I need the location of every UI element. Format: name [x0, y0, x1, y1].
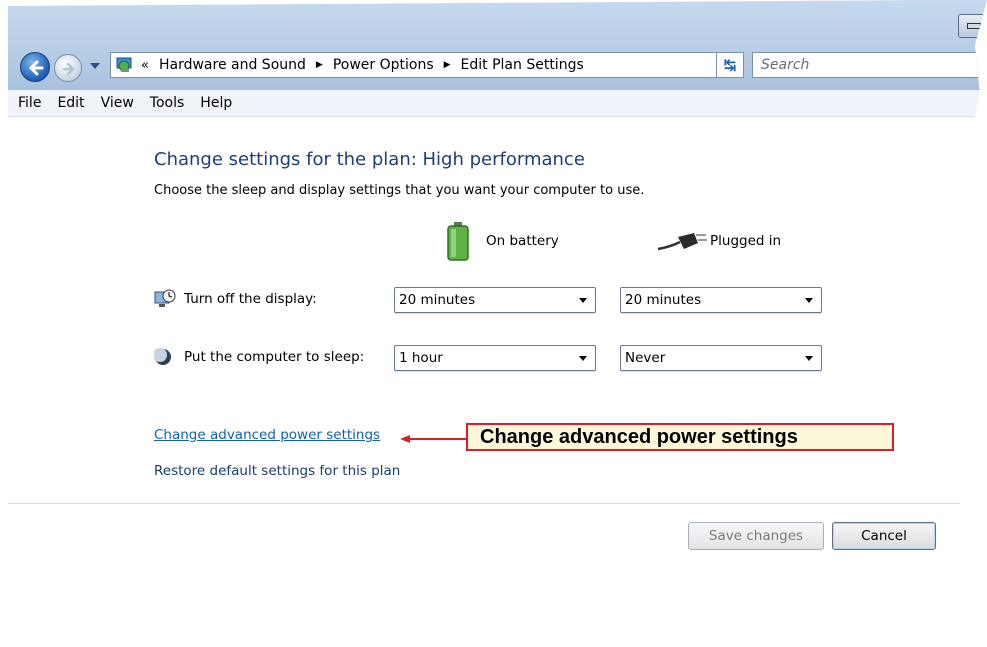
display-plugged-select[interactable]: 20 minutes	[620, 287, 822, 313]
breadcrumb-separator-icon[interactable]: ▶	[444, 60, 451, 70]
explorer-window: « Hardware and Sound ▶ Power Options ▶ E…	[8, 0, 987, 645]
address-bar[interactable]: « Hardware and Sound ▶ Power Options ▶ E…	[110, 52, 740, 78]
forward-arrow-icon	[62, 62, 75, 76]
search-input[interactable]: Search	[752, 52, 987, 78]
sleep-battery-select[interactable]: 1 hour	[394, 345, 596, 371]
breadcrumb-hardware-and-sound[interactable]: Hardware and Sound	[159, 57, 306, 73]
display-battery-select[interactable]: 20 minutes	[394, 287, 596, 313]
breadcrumb-edit-plan-settings[interactable]: Edit Plan Settings	[461, 57, 584, 73]
breadcrumb-power-options[interactable]: Power Options	[333, 57, 434, 73]
select-value: Never	[625, 350, 666, 366]
chevron-down-icon	[805, 356, 813, 361]
recent-pages-dropdown[interactable]	[90, 63, 100, 69]
row-label-display: Turn off the display:	[184, 291, 317, 307]
divider	[8, 503, 987, 504]
breadcrumb-separator-icon[interactable]: ▶	[316, 60, 323, 70]
control-panel-icon	[115, 56, 135, 74]
content-pane: Change settings for the plan: High perfo…	[8, 117, 987, 645]
sleep-plugged-select[interactable]: Never	[620, 345, 822, 371]
page-title: Change settings for the plan: High perfo…	[154, 149, 585, 170]
chevron-down-icon	[579, 298, 587, 303]
display-clock-icon	[154, 289, 176, 307]
advanced-power-settings-link[interactable]: Change advanced power settings	[154, 427, 380, 443]
back-button[interactable]	[20, 52, 50, 82]
column-header-plugged-in: Plugged in	[710, 233, 782, 249]
refresh-button[interactable]: ↹	[716, 52, 744, 78]
menu-help[interactable]: Help	[200, 95, 232, 111]
forward-button[interactable]	[54, 54, 82, 82]
plug-icon	[657, 233, 707, 251]
row-label-sleep: Put the computer to sleep:	[184, 349, 365, 365]
cancel-button[interactable]: Cancel	[832, 522, 936, 550]
address-prefix[interactable]: «	[141, 58, 149, 73]
menu-view[interactable]: View	[101, 95, 134, 111]
refresh-icon: ↹	[723, 56, 737, 74]
chevron-down-icon	[805, 298, 813, 303]
menu-edit[interactable]: Edit	[57, 95, 84, 111]
column-header-on-battery: On battery	[486, 233, 559, 249]
restore-button[interactable]	[958, 14, 987, 38]
select-value: 1 hour	[399, 350, 443, 366]
select-value: 20 minutes	[399, 292, 476, 308]
back-arrow-icon	[29, 60, 44, 76]
battery-icon	[447, 222, 469, 261]
callout-arrow-icon	[400, 435, 466, 443]
page-description: Choose the sleep and display settings th…	[154, 183, 645, 198]
moon-icon	[154, 348, 171, 365]
save-changes-button[interactable]: Save changes	[688, 522, 824, 550]
select-value: 20 minutes	[625, 292, 702, 308]
menu-bar: File Edit View Tools Help	[8, 90, 987, 117]
menu-tools[interactable]: Tools	[150, 95, 185, 111]
restore-defaults-link[interactable]: Restore default settings for this plan	[154, 463, 400, 479]
menu-file[interactable]: File	[18, 95, 41, 111]
chevron-down-icon	[579, 356, 587, 361]
callout-label: Change advanced power settings	[466, 423, 894, 451]
